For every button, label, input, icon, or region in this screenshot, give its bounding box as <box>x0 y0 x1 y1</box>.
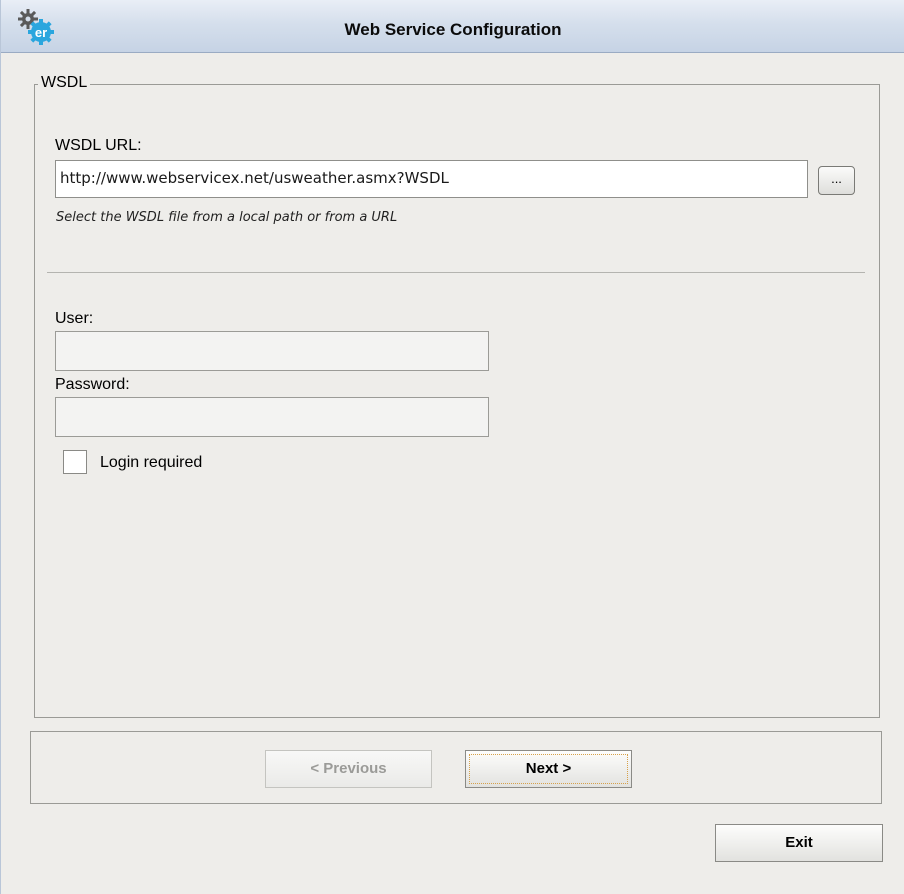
password-input[interactable] <box>55 397 489 437</box>
wizard-window: er Web Service Configuration WSDL WSDL U… <box>0 0 904 894</box>
title-bar[interactable]: er Web Service Configuration <box>1 0 904 53</box>
navigation-panel <box>30 731 882 804</box>
wsdl-url-input[interactable]: http://www.webservicex.net/usweather.asm… <box>55 160 808 198</box>
user-input[interactable] <box>55 331 489 371</box>
login-required-label[interactable]: Login required <box>100 453 202 473</box>
browse-wsdl-button[interactable]: ... <box>818 166 855 195</box>
wsdl-hint-text: Select the WSDL file from a local path o… <box>56 210 398 225</box>
next-button[interactable]: Next > <box>465 750 632 788</box>
exit-button[interactable]: Exit <box>715 824 883 862</box>
section-divider <box>47 272 865 273</box>
wsdl-url-label: WSDL URL: <box>55 137 142 154</box>
previous-button[interactable]: < Previous <box>265 750 432 788</box>
focus-ring <box>469 754 628 784</box>
wsdl-group-legend: WSDL <box>38 73 91 93</box>
password-label: Password: <box>55 376 130 393</box>
window-title: Web Service Configuration <box>344 20 562 39</box>
login-required-checkbox[interactable] <box>63 450 87 474</box>
user-label: User: <box>55 310 94 327</box>
